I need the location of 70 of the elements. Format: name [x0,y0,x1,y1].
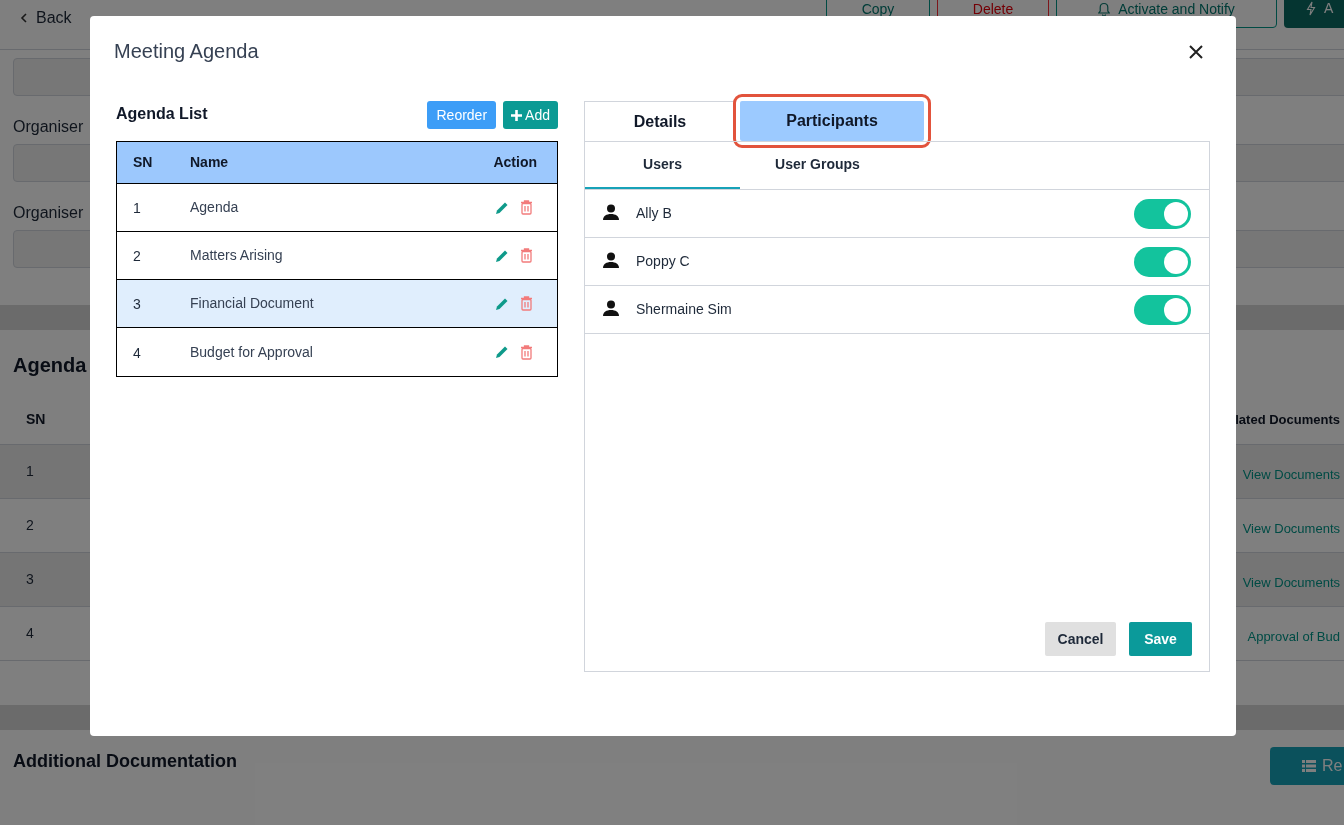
toggle-switch[interactable] [1134,294,1191,325]
user-icon [603,203,619,220]
table-cell-text: 3 [132,295,142,314]
column-header: SN [26,410,46,429]
column-header: Name [190,153,230,172]
cancel-button[interactable]: Cancel [1045,622,1116,656]
tab[interactable]: Details [584,101,736,141]
edit-button[interactable] [495,296,509,311]
trash-icon [520,200,533,215]
table-cell-text: 2 [132,247,142,266]
document-link[interactable]: View Documents [1242,519,1340,539]
back-link[interactable]: Back [20,6,72,30]
user-name: Ally B [636,204,672,223]
table-cell-text: 1 [26,462,34,481]
column-header: Action [493,153,538,172]
field-label: Organiser [13,117,84,135]
document-link[interactable]: View Documents [1242,573,1340,593]
action-button[interactable]: A [1284,0,1344,28]
bolt-icon [1306,1,1316,16]
document-link[interactable]: View Documents [1242,465,1340,485]
tab[interactable]: Users [585,142,740,189]
section-title: Agenda [13,353,87,374]
table-cell-text: Financial Document [190,294,315,313]
user-name: Shermaine Sim [636,300,732,319]
delete-button[interactable] [520,200,533,215]
edit-button[interactable] [495,200,509,215]
list-icon [1302,760,1316,772]
delete-button[interactable] [520,296,533,311]
user-name: Poppy C [636,252,690,271]
field-label: Organiser [13,203,84,221]
table-cell-text: Agenda [190,198,240,217]
pencil-icon [495,345,509,359]
trash-icon [520,344,533,360]
pencil-icon [495,296,509,311]
table-row[interactable]: 3 Financial Document [117,280,557,328]
edit-button[interactable] [495,248,509,263]
pencil-icon [495,248,509,263]
table-cell-text: Matters Arising [190,246,284,265]
close-button[interactable] [1188,44,1204,60]
tab[interactable]: User Groups [740,142,895,189]
save-button[interactable]: Save [1129,622,1192,656]
delete-button[interactable] [520,344,533,360]
section-title: Additional Documentation [13,750,237,773]
close-icon [1188,44,1204,60]
toggle-switch[interactable] [1134,246,1191,277]
action-button[interactable]: Re [1270,747,1344,785]
delete-button[interactable] [520,248,533,263]
column-header: lated Documents [1235,410,1340,429]
edit-button[interactable] [495,345,509,359]
reorder-button[interactable]: Reorder [427,101,497,129]
pencil-icon [495,200,509,215]
plus-icon [511,109,523,121]
trash-icon [520,248,533,263]
table-cell-text: 2 [26,516,34,535]
dialog-title: Meeting Agenda [114,39,259,64]
document-link[interactable]: Approval of Bud [1247,627,1340,647]
add-button[interactable]: Add [503,101,558,129]
column-header: SN [132,153,154,172]
panel-title: Agenda List [116,104,208,124]
table-cell-text: 3 [26,570,34,589]
chevron-left-icon [20,13,28,23]
user-icon [603,251,619,268]
toggle-switch[interactable] [1134,198,1191,229]
table-cell-text: Budget for Approval [190,342,314,362]
bell-icon [1098,2,1111,17]
table-cell-text: 4 [26,624,34,643]
table-cell-text: 1 [132,199,142,218]
table-cell-text: 4 [132,343,142,363]
trash-icon [520,296,533,311]
user-icon [603,299,619,316]
